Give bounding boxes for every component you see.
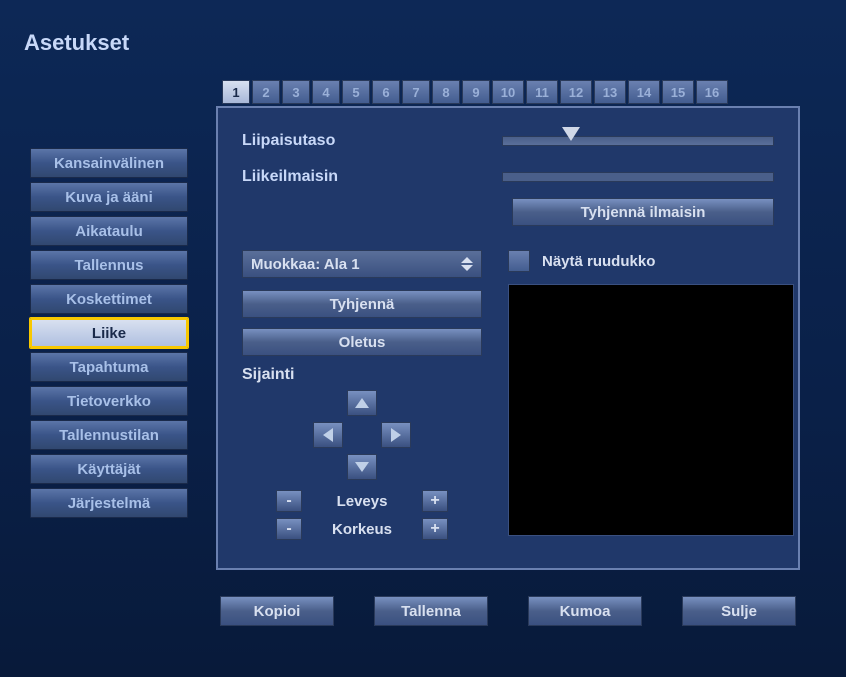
dpad-up-button[interactable] [347,390,377,416]
motion-indicator-label: Liikeilmaisin [242,168,502,186]
main-panel: Liipaisutaso Liikeilmaisin Tyhjennä ilma… [216,106,800,570]
sidebar-item-10[interactable]: Järjestelmä [30,488,188,518]
sidebar-item-1[interactable]: Kuva ja ääni [30,182,188,212]
dpad-left-button[interactable] [313,422,343,448]
width-minus-button[interactable]: - [276,490,302,512]
sidebar-item-3[interactable]: Tallennus [30,250,188,280]
arrow-left-icon [323,428,333,442]
tab-4[interactable]: 4 [312,80,340,104]
sidebar-item-0[interactable]: Kansainvälinen [30,148,188,178]
sidebar-item-9[interactable]: Käyttäjät [30,454,188,484]
tab-5[interactable]: 5 [342,80,370,104]
sidebar-item-7[interactable]: Tietoverkko [30,386,188,416]
tab-8[interactable]: 8 [432,80,460,104]
width-plus-button[interactable]: + [422,490,448,512]
tab-2[interactable]: 2 [252,80,280,104]
tab-16[interactable]: 16 [696,80,728,104]
arrow-down-icon [355,462,369,472]
clear-indicator-button[interactable]: Tyhjennä ilmaisin [512,198,774,226]
height-label: Korkeus [302,521,422,538]
dpad-right-button[interactable] [381,422,411,448]
sidebar-item-4[interactable]: Koskettimet [30,284,188,314]
edit-area-select[interactable]: Muokkaa: Ala 1 [242,250,482,278]
sidebar: Kansainvälinen Kuva ja ääni Aikataulu Talle… [30,148,188,522]
tab-3[interactable]: 3 [282,80,310,104]
show-grid-label: Näytä ruudukko [542,253,655,270]
show-grid-checkbox[interactable] [508,250,530,272]
sidebar-item-6[interactable]: Tapahtuma [30,352,188,382]
tab-10[interactable]: 10 [492,80,524,104]
slider-thumb-icon[interactable] [562,127,580,141]
trigger-level-slider[interactable] [502,136,774,146]
tab-7[interactable]: 7 [402,80,430,104]
arrow-up-icon [355,398,369,408]
sidebar-item-2[interactable]: Aikataulu [30,216,188,246]
height-plus-button[interactable]: + [422,518,448,540]
tab-13[interactable]: 13 [594,80,626,104]
save-button[interactable]: Tallenna [374,596,488,626]
tab-15[interactable]: 15 [662,80,694,104]
position-dpad [307,390,417,480]
undo-button[interactable]: Kumoa [528,596,642,626]
tab-12[interactable]: 12 [560,80,592,104]
copy-button[interactable]: Kopioi [220,596,334,626]
tab-6[interactable]: 6 [372,80,400,104]
preview-area[interactable] [508,284,794,536]
height-minus-button[interactable]: - [276,518,302,540]
clear-button[interactable]: Tyhjennä [242,290,482,318]
sidebar-item-8[interactable]: Tallennustilan [30,420,188,450]
page-title: Asetukset [24,30,129,56]
footer-bar: Kopioi Tallenna Kumoa Sulje [216,596,800,626]
width-label: Leveys [302,493,422,510]
tab-9[interactable]: 9 [462,80,490,104]
position-label: Sijainti [242,366,482,384]
select-arrows-icon [461,257,473,271]
close-button[interactable]: Sulje [682,596,796,626]
arrow-right-icon [391,428,401,442]
motion-indicator-bar [502,172,774,182]
default-button[interactable]: Oletus [242,328,482,356]
sidebar-item-5[interactable]: Liike [30,318,188,348]
dpad-down-button[interactable] [347,454,377,480]
tab-1[interactable]: 1 [222,80,250,104]
tab-14[interactable]: 14 [628,80,660,104]
trigger-level-label: Liipaisutaso [242,132,502,150]
edit-area-select-value: Muokkaa: Ala 1 [251,256,360,273]
tab-strip: 12345678910111213141516 [222,80,728,104]
tab-11[interactable]: 11 [526,80,558,104]
